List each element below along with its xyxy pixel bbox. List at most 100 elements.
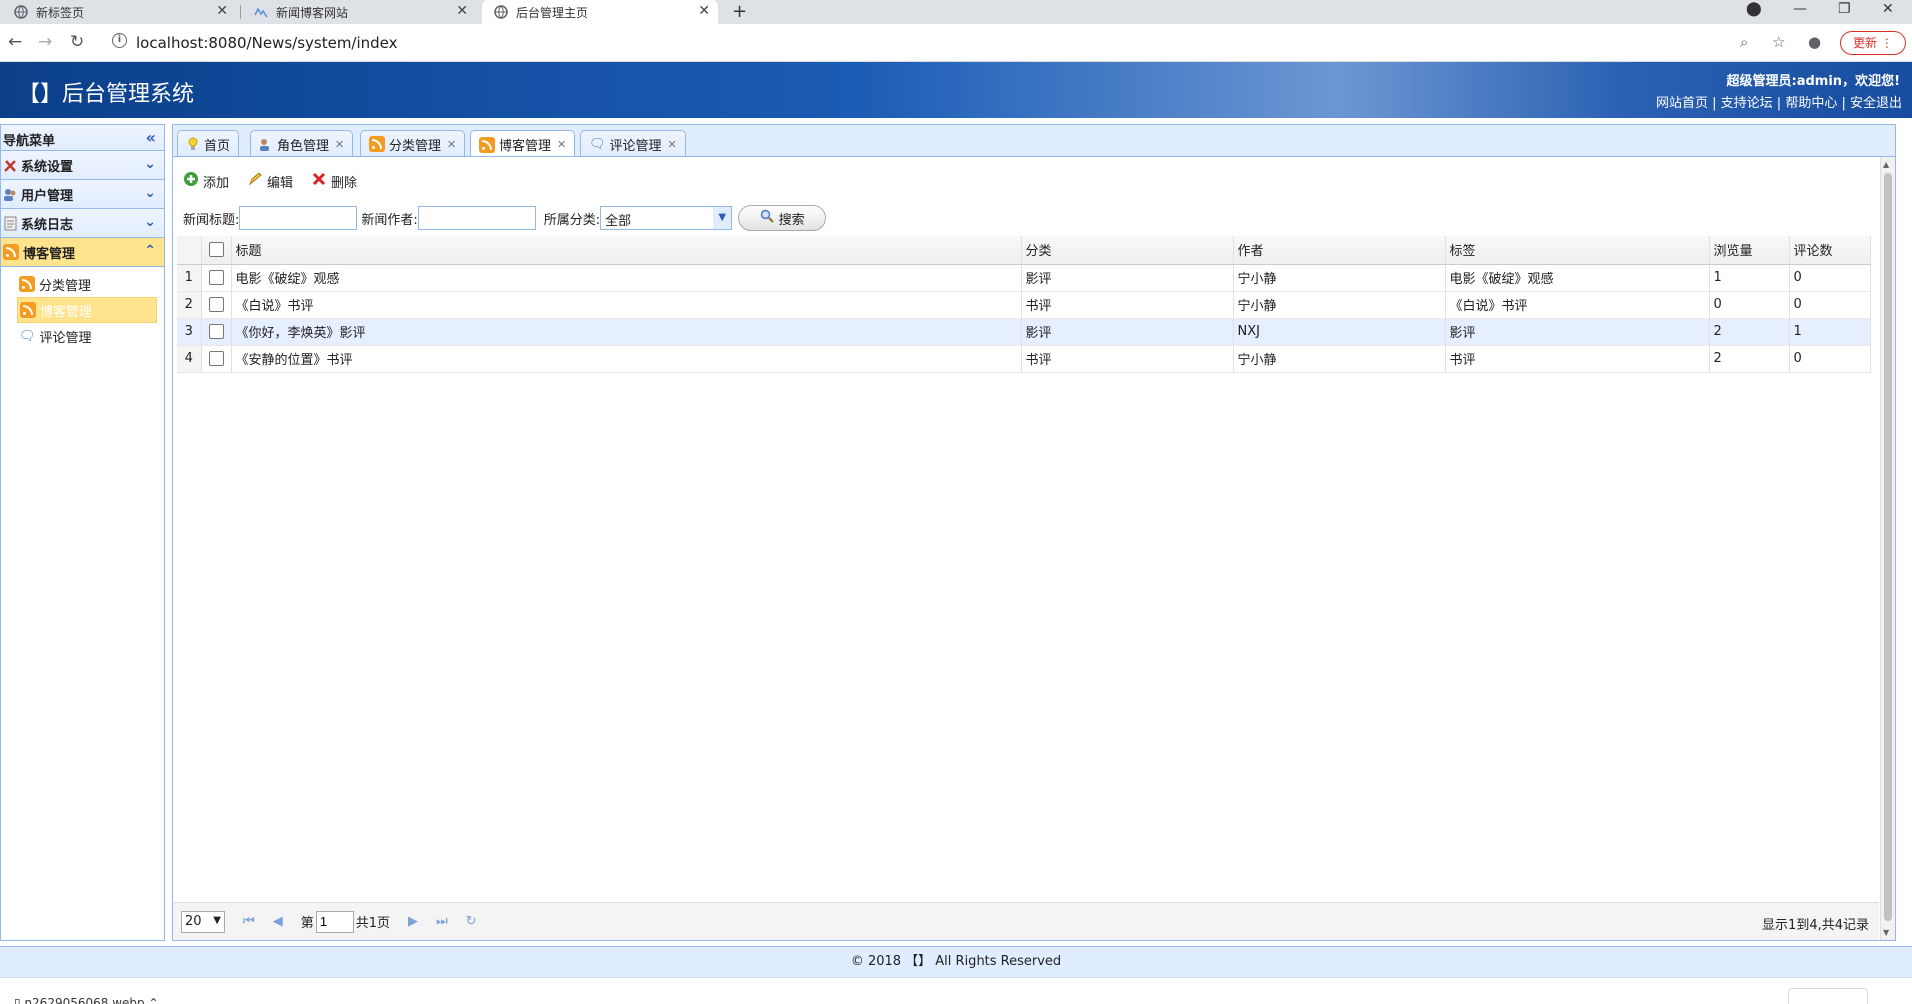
close-icon[interactable]: ✕ bbox=[447, 138, 456, 151]
show-all-downloads-button[interactable] bbox=[1788, 988, 1868, 1004]
table-row[interactable]: 2 《白说》书评 书评 宁小静 《白说》书评 0 0 bbox=[177, 291, 1871, 319]
title-search-input[interactable] bbox=[239, 206, 358, 230]
scrollbar-thumb[interactable] bbox=[1884, 173, 1892, 921]
minimize-icon[interactable]: — bbox=[1793, 1, 1807, 17]
cell-author: 宁小静 bbox=[1233, 264, 1446, 292]
column-header-category[interactable]: 分类 bbox=[1021, 236, 1234, 265]
delete-button[interactable]: 删除 bbox=[311, 171, 357, 191]
tab-role-management[interactable]: 角色管理 ✕ bbox=[250, 130, 354, 157]
edit-button[interactable]: 编辑 bbox=[247, 171, 293, 191]
window-close-icon[interactable]: ✕ bbox=[1882, 1, 1894, 17]
link-logout[interactable]: 安全退出 bbox=[1850, 96, 1902, 111]
close-icon[interactable]: ✕ bbox=[216, 3, 228, 19]
close-icon[interactable]: ✕ bbox=[698, 3, 710, 19]
chevron-up-icon: ⌃ bbox=[148, 996, 159, 1004]
chevron-down-icon: ▼ bbox=[213, 914, 221, 926]
tab-home[interactable]: 首页 bbox=[177, 130, 240, 157]
next-page-icon[interactable]: ▶ bbox=[408, 914, 418, 929]
zoom-icon[interactable]: ⌕ bbox=[1740, 33, 1748, 51]
tab-comment-management[interactable]: 🗨 评论管理 ✕ bbox=[580, 130, 686, 157]
reload-icon[interactable]: ↻ bbox=[70, 32, 84, 52]
tree-item-category-management[interactable]: 分类管理 bbox=[17, 271, 164, 297]
tree-item-blog-management[interactable]: 博客管理 bbox=[17, 297, 157, 323]
link-help-center[interactable]: 帮助中心 bbox=[1785, 96, 1837, 111]
page-number-input[interactable] bbox=[315, 910, 354, 933]
accordion-blog-management[interactable]: 博客管理 ⌃ bbox=[1, 238, 164, 267]
new-tab-plus-icon[interactable]: + bbox=[732, 1, 747, 22]
table-row[interactable]: 3 《你好，李焕英》影评 影评 NXJ 影评 2 1 bbox=[177, 318, 1871, 346]
column-header-title[interactable]: 标题 bbox=[231, 236, 1022, 265]
row-number: 3 bbox=[177, 318, 202, 346]
column-header-author[interactable]: 作者 bbox=[1233, 236, 1446, 265]
accordion-system-log[interactable]: 系统日志 ⌄ bbox=[1, 209, 164, 238]
cell-author: 宁小静 bbox=[1233, 345, 1446, 373]
column-header-views[interactable]: 浏览量 bbox=[1709, 236, 1790, 265]
rss-icon bbox=[20, 302, 36, 318]
log-document-icon bbox=[3, 216, 18, 231]
forward-arrow-icon[interactable]: → bbox=[38, 32, 52, 52]
table-row[interactable]: 1 电影《破绽》观感 影评 宁小静 电影《破绽》观感 1 0 bbox=[177, 264, 1871, 292]
row-checkbox-cell bbox=[201, 345, 232, 373]
column-header-comments[interactable]: 评论数 bbox=[1789, 236, 1871, 265]
column-header-tags[interactable]: 标签 bbox=[1445, 236, 1710, 265]
cell-title: 《白说》书评 bbox=[231, 291, 1022, 319]
row-checkbox[interactable] bbox=[208, 297, 224, 312]
accordion-user-management[interactable]: 用户管理 ⌄ bbox=[1, 180, 164, 209]
download-item[interactable]: ▯ n2629056068.webp ⌃ bbox=[14, 996, 159, 1004]
tree-item-comment-management[interactable]: 🗨 评论管理 bbox=[17, 323, 164, 349]
site-info-icon[interactable]: i bbox=[112, 33, 127, 48]
close-icon[interactable]: ✕ bbox=[335, 138, 344, 151]
double-chevron-left-icon[interactable]: « bbox=[146, 128, 156, 147]
browser-tab-label: 新闻博客网站 bbox=[276, 5, 349, 20]
search-button[interactable]: 搜索 bbox=[738, 205, 827, 231]
pagination-bar: 20 ▼ ⏮ ◀ 第 共1页 ▶ ⏭ ↻ 显示1到4,共4记录 bbox=[173, 902, 1879, 940]
download-bar: ▯ n2629056068.webp ⌃ bbox=[0, 977, 1912, 1004]
row-checkbox[interactable] bbox=[208, 270, 224, 285]
prev-page-icon[interactable]: ◀ bbox=[273, 914, 283, 929]
category-label: 所属分类: bbox=[543, 212, 601, 228]
user-group-icon bbox=[259, 137, 273, 151]
browser-tab-newtab[interactable]: 新标签页 ✕ bbox=[0, 0, 236, 24]
tab-category-management[interactable]: 分类管理 ✕ bbox=[360, 130, 466, 157]
browser-tab-admin-home[interactable]: 后台管理主页 ✕ bbox=[482, 0, 718, 24]
vertical-scrollbar[interactable]: ▲ ▼ bbox=[1880, 157, 1895, 940]
accordion-system-settings[interactable]: 系统设置 ⌄ bbox=[1, 151, 164, 180]
add-button[interactable]: 添加 bbox=[183, 171, 229, 191]
close-icon[interactable]: ✕ bbox=[456, 3, 468, 19]
row-checkbox[interactable] bbox=[208, 324, 224, 339]
comment-bubble-icon: 🗨 bbox=[589, 136, 606, 152]
select-all-checkbox-cell bbox=[201, 236, 232, 265]
scroll-up-arrow-icon[interactable]: ▲ bbox=[1883, 160, 1889, 169]
restore-icon[interactable]: ❐ bbox=[1838, 1, 1851, 17]
url-field[interactable]: localhost:8080/News/system/index bbox=[136, 34, 398, 52]
first-page-icon[interactable]: ⏮ bbox=[243, 914, 255, 929]
record-info: 显示1到4,共4记录 bbox=[1762, 918, 1869, 933]
panel-tabs: 首页 角色管理 ✕ 分类管理 ✕ 博客管理 ✕ 🗨 评论管理 ✕ bbox=[172, 124, 1896, 158]
search-form: 新闻标题: 新闻作者: 所属分类: 全部 ▼ 搜索 bbox=[183, 205, 827, 231]
page-prefix: 第 bbox=[300, 916, 314, 931]
close-icon[interactable]: ✕ bbox=[668, 138, 677, 151]
table-row[interactable]: 4 《安静的位置》书评 书评 宁小静 书评 2 0 bbox=[177, 345, 1871, 373]
link-support-forum[interactable]: 支持论坛 bbox=[1721, 96, 1773, 111]
tab-blog-management[interactable]: 博客管理 ✕ bbox=[470, 130, 576, 158]
close-icon[interactable]: ✕ bbox=[557, 138, 566, 151]
row-checkbox[interactable] bbox=[208, 351, 224, 366]
update-button[interactable]: 更新 ⋮ bbox=[1840, 31, 1906, 55]
browser-tab-news-blog[interactable]: 新闻博客网站 ✕ bbox=[244, 0, 476, 24]
page-size-select[interactable]: 20 ▼ bbox=[181, 910, 225, 933]
select-all-checkbox[interactable] bbox=[208, 242, 224, 258]
back-arrow-icon[interactable]: ← bbox=[8, 32, 22, 52]
rss-icon bbox=[19, 276, 35, 292]
tools-icon bbox=[3, 158, 18, 173]
cell-category: 书评 bbox=[1021, 291, 1234, 319]
profile-avatar-icon[interactable]: ● bbox=[1808, 33, 1821, 51]
link-site-home[interactable]: 网站首页 bbox=[1656, 96, 1708, 111]
scroll-down-arrow-icon[interactable]: ▼ bbox=[1883, 928, 1889, 937]
browser-tab-label: 后台管理主页 bbox=[516, 5, 589, 20]
category-select[interactable]: 全部 ▼ bbox=[600, 206, 733, 230]
bookmark-star-icon[interactable]: ☆ bbox=[1772, 33, 1785, 51]
author-search-input[interactable] bbox=[417, 206, 536, 230]
refresh-icon[interactable]: ↻ bbox=[466, 914, 477, 929]
tab-search-icon[interactable]: ⬤ bbox=[1746, 1, 1762, 17]
last-page-icon[interactable]: ⏭ bbox=[436, 914, 448, 929]
